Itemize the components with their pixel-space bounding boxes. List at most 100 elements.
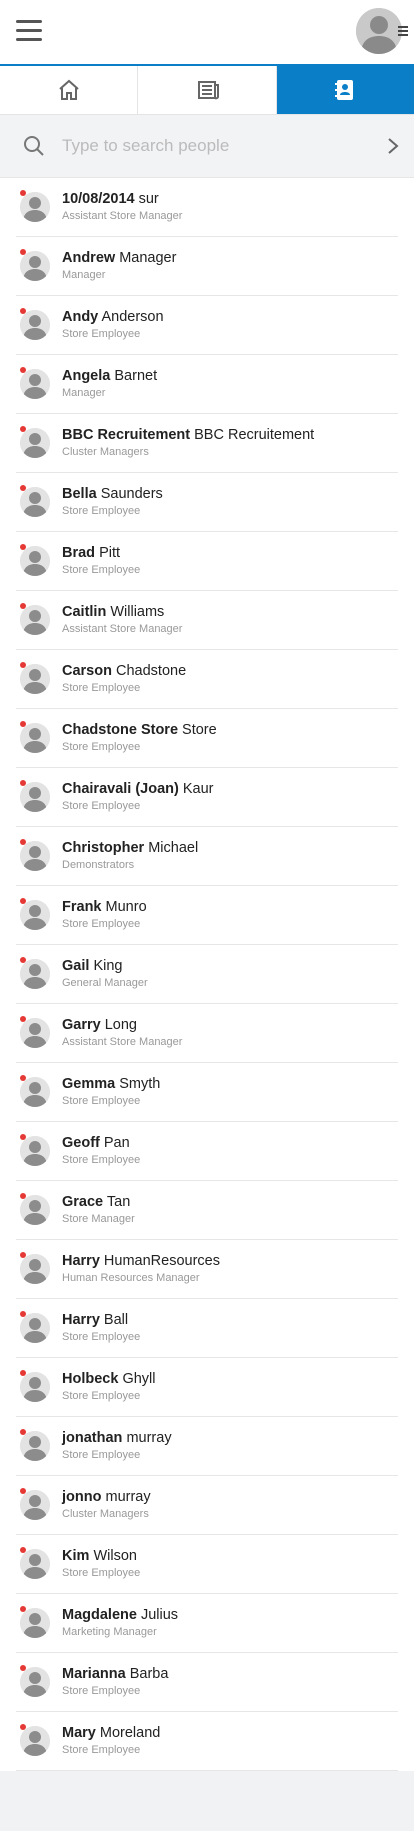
- list-item[interactable]: Brad Pitt Store Employee: [16, 532, 398, 591]
- status-dot: [20, 957, 26, 963]
- list-item[interactable]: Grace Tan Store Manager: [16, 1181, 398, 1240]
- person-role: Store Employee: [62, 682, 141, 694]
- status-dot: [20, 721, 26, 727]
- avatar: [20, 1195, 50, 1225]
- status-dot: [20, 898, 26, 904]
- status-dot: [20, 190, 26, 196]
- last-name: Anderson: [101, 309, 164, 325]
- person-role: Assistant Store Manager: [62, 1036, 183, 1048]
- last-name: murray: [126, 1430, 172, 1446]
- person-role: Cluster Managers: [62, 446, 149, 458]
- list-item[interactable]: Mary Moreland Store Employee: [16, 1712, 398, 1771]
- list-item[interactable]: Holbeck Ghyll Store Employee: [16, 1358, 398, 1417]
- first-name: Harry: [62, 1253, 100, 1269]
- avatar: [20, 1313, 50, 1343]
- tab-home[interactable]: [0, 66, 139, 114]
- first-name: Brad: [62, 545, 96, 561]
- person-name: Kim Wilson: [62, 1548, 140, 1565]
- avatar: [20, 1608, 50, 1638]
- person-role: Store Employee: [62, 1095, 141, 1107]
- list-item[interactable]: Gemma Smyth Store Employee: [16, 1063, 398, 1122]
- status-dot: [20, 1665, 26, 1671]
- list-item[interactable]: Harry Ball Store Employee: [16, 1299, 398, 1358]
- list-item[interactable]: Kim Wilson Store Employee: [16, 1535, 398, 1594]
- list-item[interactable]: Andy Anderson Store Employee: [16, 296, 398, 355]
- status-dot: [20, 249, 26, 255]
- last-name: Store: [182, 722, 217, 738]
- more-menu-icon[interactable]: [398, 26, 408, 38]
- tab-contacts[interactable]: [276, 66, 414, 114]
- status-dot: [20, 485, 26, 491]
- list-item[interactable]: Bella Saunders Store Employee: [16, 473, 398, 532]
- last-name: Barnet: [114, 368, 158, 384]
- search-icon: [24, 136, 44, 156]
- person-name: Chadstone Store Store: [62, 722, 217, 739]
- list-item[interactable]: Geoff Pan Store Employee: [16, 1122, 398, 1181]
- home-icon: [58, 79, 79, 100]
- list-item[interactable]: Caitlin Williams Assistant Store Manager: [16, 591, 398, 650]
- first-name: Bella: [62, 486, 97, 502]
- first-name: Caitlin: [62, 604, 107, 620]
- avatar: [20, 841, 50, 871]
- top-bar: [0, 0, 414, 66]
- list-item[interactable]: Marianna Barba Store Employee: [16, 1653, 398, 1712]
- list-item[interactable]: Chairavali (Joan) Kaur Store Employee: [16, 768, 398, 827]
- chevron-right-icon[interactable]: [386, 136, 400, 156]
- avatar: [20, 428, 50, 458]
- list-item[interactable]: 10/08/2014 sur Assistant Store Manager: [16, 178, 398, 237]
- last-name: Chadstone: [116, 663, 187, 679]
- avatar: [20, 664, 50, 694]
- tab-bar: [0, 66, 414, 115]
- list-item[interactable]: Andrew Manager Manager: [16, 237, 398, 296]
- search-input[interactable]: [60, 125, 364, 167]
- person-name: Bella Saunders: [62, 486, 163, 503]
- person-name: Holbeck Ghyll: [62, 1371, 156, 1388]
- last-name: sur: [138, 191, 159, 207]
- person-role: Store Employee: [62, 800, 141, 812]
- first-name: Marianna: [62, 1666, 126, 1682]
- person-role: Store Employee: [62, 564, 141, 576]
- last-name: King: [93, 958, 123, 974]
- list-item[interactable]: Chadstone Store Store Store Employee: [16, 709, 398, 768]
- avatar: [20, 1136, 50, 1166]
- avatar: [20, 1254, 50, 1284]
- list-item[interactable]: Christopher Michael Demonstrators: [16, 827, 398, 886]
- person-role: Manager: [62, 269, 106, 281]
- person-name: Mary Moreland: [62, 1725, 160, 1742]
- status-dot: [20, 1429, 26, 1435]
- avatar: [20, 1018, 50, 1048]
- hamburger-icon[interactable]: [16, 20, 42, 42]
- list-item[interactable]: Magdalene Julius Marketing Manager: [16, 1594, 398, 1653]
- person-name: Geoff Pan: [62, 1135, 140, 1152]
- person-name: Christopher Michael: [62, 840, 198, 857]
- avatar: [20, 310, 50, 340]
- list-item[interactable]: Garry Long Assistant Store Manager: [16, 1004, 398, 1063]
- first-name: Holbeck: [62, 1371, 119, 1387]
- person-name: Grace Tan: [62, 1194, 135, 1211]
- list-item[interactable]: Frank Munro Store Employee: [16, 886, 398, 945]
- status-dot: [20, 1370, 26, 1376]
- list-item[interactable]: jonno murray Cluster Managers: [16, 1476, 398, 1535]
- list-item[interactable]: BBC Recruitement BBC Recruitement Cluster…: [16, 414, 398, 473]
- person-role: Cluster Managers: [62, 1508, 149, 1520]
- list-item[interactable]: Carson Chadstone Store Employee: [16, 650, 398, 709]
- first-name: Andy: [62, 309, 99, 325]
- list-item[interactable]: jonathan murray Store Employee: [16, 1417, 398, 1476]
- user-avatar-icon[interactable]: [356, 8, 402, 54]
- tab-news[interactable]: [138, 66, 277, 114]
- list-item[interactable]: Gail King General Manager: [16, 945, 398, 1004]
- last-name: Julius: [140, 1607, 179, 1623]
- status-dot: [20, 1724, 26, 1730]
- first-name: Carson: [62, 663, 112, 679]
- person-role: Store Employee: [62, 1449, 141, 1461]
- person-name: Chairavali (Joan) Kaur: [62, 781, 214, 798]
- status-dot: [20, 1311, 26, 1317]
- people-list: 10/08/2014 sur Assistant Store Manager And…: [0, 178, 414, 1771]
- list-item[interactable]: Angela Barnet Manager: [16, 355, 398, 414]
- list-item[interactable]: Harry HumanResources Human Resources Mana…: [16, 1240, 398, 1299]
- person-role: Store Employee: [62, 1331, 141, 1343]
- first-name: Christopher: [62, 840, 145, 856]
- person-name: Harry HumanResources: [62, 1253, 220, 1270]
- first-name: Garry: [62, 1017, 101, 1033]
- first-name: Magdalene: [62, 1607, 137, 1623]
